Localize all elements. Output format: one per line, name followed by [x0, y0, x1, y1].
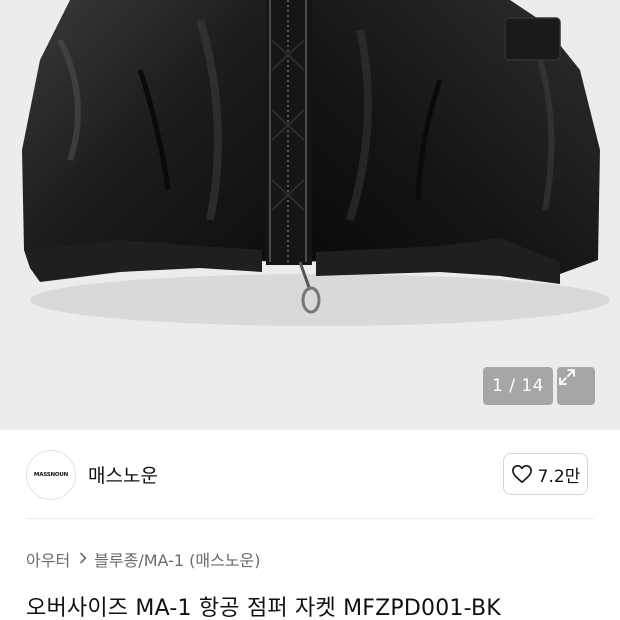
breadcrumb: 아우터 블루종/MA-1 (매스노운): [26, 547, 261, 571]
expand-icon: [559, 369, 575, 385]
section-divider: [26, 518, 594, 519]
breadcrumb-item-category[interactable]: 블루종/MA-1 (매스노운): [94, 547, 260, 571]
expand-button[interactable]: [557, 367, 595, 405]
heart-outline-icon: [511, 465, 532, 483]
like-count: 7.2만: [537, 466, 581, 487]
brand-name-link[interactable]: 매스노운: [88, 461, 158, 488]
product-photo-jacket: [0, 0, 620, 430]
image-page-counter: 1 / 14: [483, 367, 553, 405]
brand-logo[interactable]: MASSNOUN: [26, 450, 76, 500]
like-button[interactable]: 7.2만: [503, 453, 588, 495]
breadcrumb-item-outer[interactable]: 아우터: [26, 547, 70, 571]
brand-logo-text: MASSNOUN: [33, 472, 69, 478]
product-title: 오버사이즈 MA-1 항공 점퍼 자켓 MFZPD001-BK: [26, 596, 501, 620]
product-detail-page: 1 / 14 MASSNOUN 매스노운 7.2만 아우터 블루종/MA-1 (…: [0, 0, 620, 620]
brand-row: MASSNOUN 매스노운 7.2만: [0, 430, 620, 518]
product-image-gallery[interactable]: 1 / 14: [0, 0, 620, 430]
chevron-right-icon: [79, 550, 87, 568]
